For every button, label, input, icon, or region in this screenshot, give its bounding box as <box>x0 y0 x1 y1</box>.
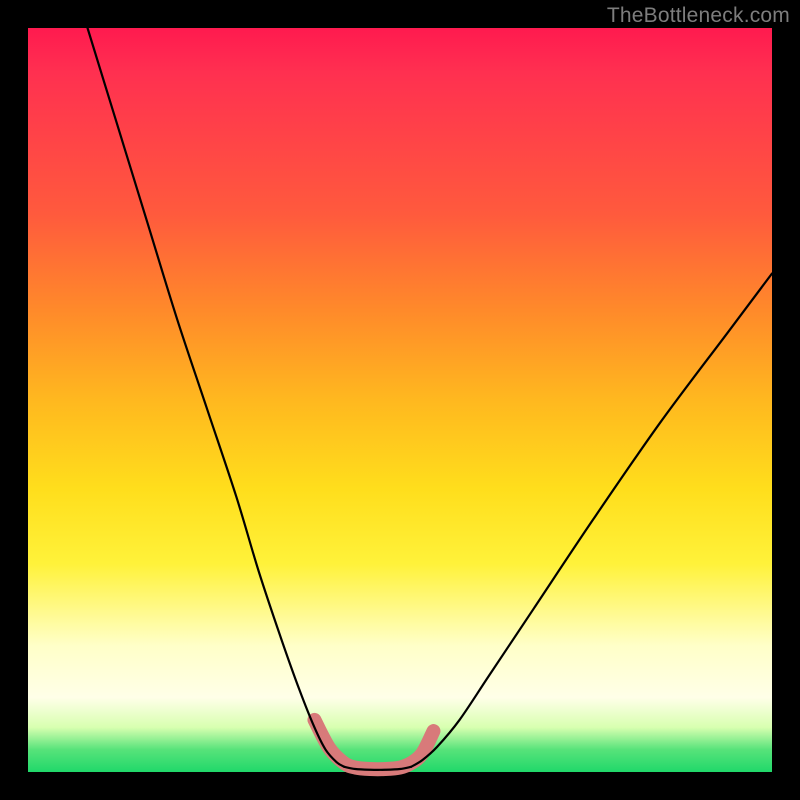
outer-frame: TheBottleneck.com <box>0 0 800 800</box>
curve-right-branch <box>411 274 772 767</box>
curve-left-branch <box>88 28 345 767</box>
watermark-text: TheBottleneck.com <box>607 4 790 28</box>
highlight-overlay <box>314 720 433 769</box>
plot-area <box>28 28 772 772</box>
chart-svg <box>28 28 772 772</box>
